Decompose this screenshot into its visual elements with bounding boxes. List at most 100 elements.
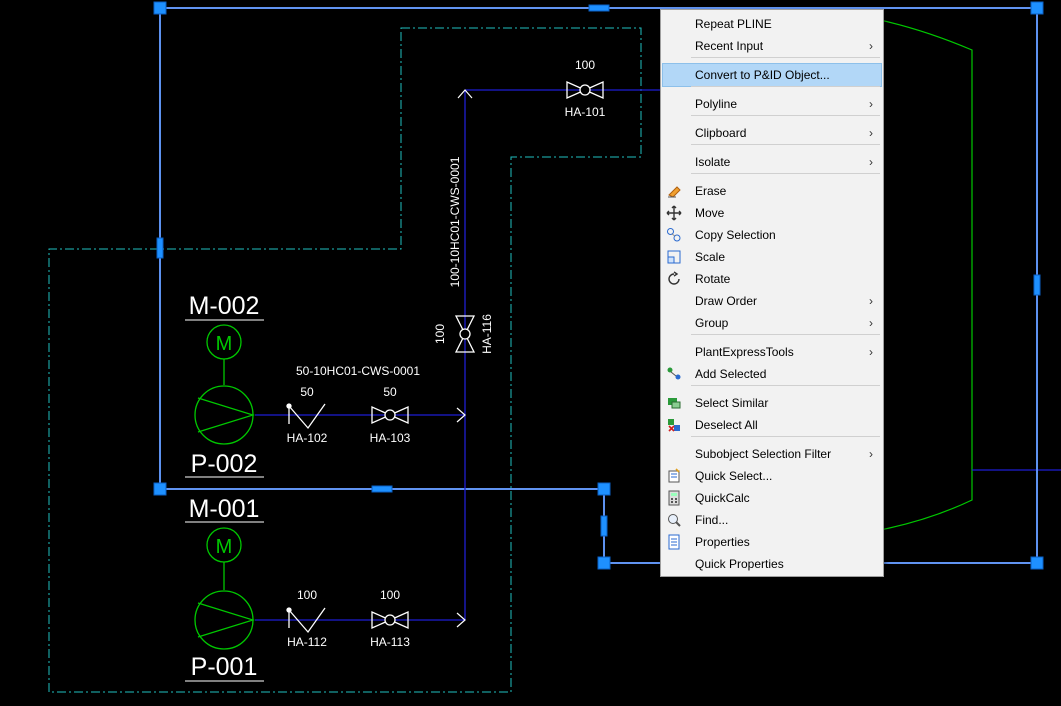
ha102-tag: HA-102 bbox=[287, 431, 328, 445]
menu-item-subobject-selection-filter[interactable]: Subobject Selection Filter › bbox=[663, 443, 881, 465]
menu-item-move[interactable]: Move bbox=[663, 202, 881, 224]
menu-item-find[interactable]: Find... bbox=[663, 509, 881, 531]
submenu-arrow-icon: › bbox=[869, 97, 873, 111]
ha101-tag: HA-101 bbox=[565, 105, 606, 119]
pump-p001[interactable] bbox=[194, 590, 256, 650]
menu-item-draw-order[interactable]: Draw Order › bbox=[663, 290, 881, 312]
ha116-size: 100 bbox=[433, 324, 447, 344]
line-number-100: 100-10HC01-CWS-0001 bbox=[448, 156, 462, 287]
menu-item-label: Move bbox=[695, 206, 725, 220]
menu-item-label: Rotate bbox=[695, 272, 731, 286]
drawing-canvas[interactable]: M-002 P-002 M-001 P-001 M M 50-10HC01-CW… bbox=[0, 0, 1061, 706]
menu-item-label: QuickCalc bbox=[695, 491, 750, 505]
submenu-arrow-icon: › bbox=[869, 39, 873, 53]
check-valve-ha102[interactable] bbox=[286, 403, 326, 430]
context-menu: Repeat PLINE Recent Input › Convert to P&ID… bbox=[660, 9, 884, 577]
rotate-icon bbox=[666, 271, 682, 287]
menu-item-repeat-pline[interactable]: Repeat PLINE bbox=[663, 13, 881, 35]
menu-item-label: Clipboard bbox=[695, 126, 747, 140]
menu-item-label: Isolate bbox=[695, 155, 731, 169]
menu-item-quickcalc[interactable]: QuickCalc bbox=[663, 487, 881, 509]
equipment-outline bbox=[879, 19, 973, 531]
menu-item-select-similar[interactable]: Select Similar bbox=[663, 392, 881, 414]
grip-midpoint[interactable] bbox=[1033, 274, 1041, 296]
ha112-tag: HA-112 bbox=[287, 635, 327, 649]
menu-item-deselect-all[interactable]: Deselect All bbox=[663, 414, 881, 436]
menu-item-rotate[interactable]: Rotate bbox=[663, 268, 881, 290]
menu-separator bbox=[691, 57, 880, 58]
menu-item-label: Repeat PLINE bbox=[695, 17, 772, 31]
add-selected-icon bbox=[666, 366, 682, 382]
menu-separator bbox=[691, 385, 880, 386]
grip-vertex[interactable] bbox=[597, 556, 611, 570]
selected-polyline[interactable] bbox=[159, 7, 1038, 564]
ha113-tag: HA-113 bbox=[370, 635, 410, 649]
area-boundary bbox=[48, 27, 642, 693]
scale-icon bbox=[666, 249, 682, 265]
menu-item-quick-select[interactable]: Quick Select... bbox=[663, 465, 881, 487]
submenu-arrow-icon: › bbox=[869, 155, 873, 169]
menu-item-label: Subobject Selection Filter bbox=[695, 447, 832, 461]
ha103-size: 50 bbox=[383, 385, 397, 399]
menu-item-label: Properties bbox=[695, 535, 750, 549]
submenu-arrow-icon: › bbox=[869, 316, 873, 330]
menu-item-quick-properties[interactable]: Quick Properties bbox=[663, 553, 881, 575]
grip-vertex[interactable] bbox=[597, 482, 611, 496]
menu-item-clipboard[interactable]: Clipboard › bbox=[663, 122, 881, 144]
menu-item-label: Draw Order bbox=[695, 294, 758, 308]
menu-item-label: Add Selected bbox=[695, 367, 767, 381]
menu-item-plantexpresstools[interactable]: PlantExpressTools › bbox=[663, 341, 881, 363]
menu-item-label: Erase bbox=[695, 184, 727, 198]
pump-p002[interactable] bbox=[194, 385, 256, 445]
grip-midpoint[interactable] bbox=[156, 237, 164, 259]
submenu-arrow-icon: › bbox=[869, 345, 873, 359]
grip-vertex[interactable] bbox=[1030, 556, 1044, 570]
find-icon bbox=[666, 512, 682, 528]
selection-grips[interactable] bbox=[153, 1, 1044, 570]
ha102-size: 50 bbox=[300, 385, 314, 399]
menu-item-add-selected[interactable]: Add Selected bbox=[663, 363, 881, 385]
eraser-icon bbox=[666, 183, 682, 199]
properties-icon bbox=[666, 534, 682, 550]
grip-vertex[interactable] bbox=[153, 482, 167, 496]
menu-separator bbox=[691, 334, 880, 335]
submenu-arrow-icon: › bbox=[869, 447, 873, 461]
menu-item-recent-input[interactable]: Recent Input › bbox=[663, 35, 881, 57]
menu-item-polyline[interactable]: Polyline › bbox=[663, 93, 881, 115]
menu-item-isolate[interactable]: Isolate › bbox=[663, 151, 881, 173]
ha116-tag: HA-116 bbox=[480, 314, 494, 354]
menu-item-erase[interactable]: Erase bbox=[663, 180, 881, 202]
menu-item-scale[interactable]: Scale bbox=[663, 246, 881, 268]
menu-item-label: Scale bbox=[695, 250, 726, 264]
menu-item-label: Group bbox=[695, 316, 729, 330]
tag-m002: M-002 bbox=[189, 292, 260, 320]
select-similar-icon bbox=[666, 395, 682, 411]
submenu-arrow-icon: › bbox=[869, 126, 873, 140]
menu-item-label: Copy Selection bbox=[695, 228, 776, 242]
quick-select-icon bbox=[666, 468, 682, 484]
tag-p002: P-002 bbox=[191, 450, 258, 478]
copy-icon bbox=[666, 227, 682, 243]
grip-vertex[interactable] bbox=[153, 1, 167, 15]
menu-item-label: Quick Select... bbox=[695, 469, 773, 483]
menu-item-properties[interactable]: Properties bbox=[663, 531, 881, 553]
grip-midpoint[interactable] bbox=[371, 485, 393, 493]
ha103-tag: HA-103 bbox=[370, 431, 411, 445]
calculator-icon bbox=[666, 490, 682, 506]
menu-item-label: Polyline bbox=[695, 97, 738, 111]
line-number-50: 50-10HC01-CWS-0001 bbox=[296, 364, 420, 378]
menu-item-copy-selection[interactable]: Copy Selection bbox=[663, 224, 881, 246]
ha113-size: 100 bbox=[380, 588, 400, 602]
menu-item-convert-to-p-id-object[interactable]: Convert to P&ID Object... bbox=[662, 63, 882, 87]
menu-separator bbox=[691, 436, 880, 437]
deselect-all-icon bbox=[666, 417, 682, 433]
menu-separator bbox=[691, 115, 880, 116]
selected-polyline-inner bbox=[159, 7, 1038, 564]
tag-m001: M-001 bbox=[189, 495, 260, 523]
grip-vertex[interactable] bbox=[1030, 1, 1044, 15]
grip-midpoint[interactable] bbox=[600, 515, 608, 537]
grip-midpoint[interactable] bbox=[588, 4, 610, 12]
ha112-size: 100 bbox=[297, 588, 317, 602]
menu-item-label: Select Similar bbox=[695, 396, 769, 410]
menu-item-group[interactable]: Group › bbox=[663, 312, 881, 334]
